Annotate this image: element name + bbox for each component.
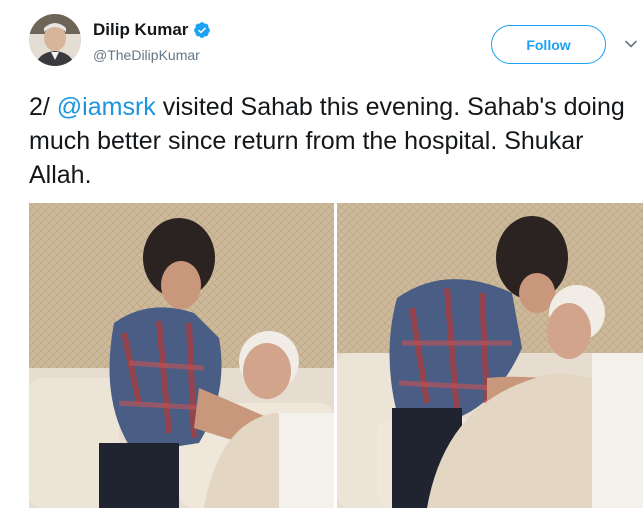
verified-badge-icon <box>193 21 211 39</box>
tweet-header: Dilip Kumar @TheDilipKumar Follow <box>0 0 643 80</box>
author-name-row: Dilip Kumar <box>93 20 211 40</box>
tweet-prefix: 2/ <box>29 93 57 121</box>
follow-button[interactable]: Follow <box>491 25 606 64</box>
media-grid <box>29 203 643 508</box>
tweet-photo-2[interactable] <box>337 203 643 508</box>
author-handle[interactable]: @TheDilipKumar <box>93 47 200 63</box>
tweet-text: 2/ @iamsrk visited Sahab this evening. S… <box>29 90 634 192</box>
avatar[interactable] <box>29 14 81 66</box>
mention-link[interactable]: @iamsrk <box>57 93 156 121</box>
tweet-photo-1[interactable] <box>29 203 334 508</box>
chevron-down-icon[interactable] <box>623 36 639 52</box>
author-name[interactable]: Dilip Kumar <box>93 20 188 40</box>
